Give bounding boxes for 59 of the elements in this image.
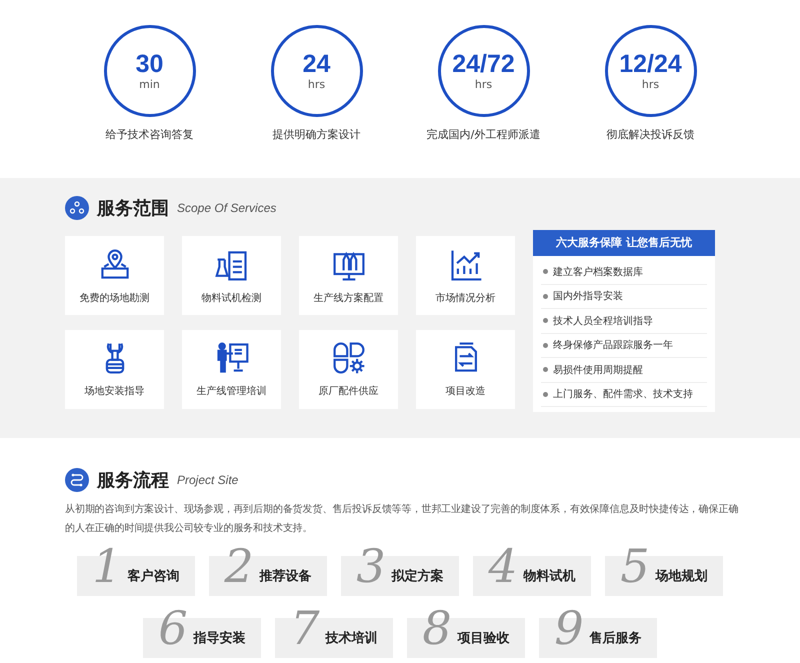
step-label: 售后服务 (590, 630, 642, 647)
guarantee-item: 易损件使用周期提醒 (553, 364, 643, 377)
bullet-icon (543, 318, 548, 324)
section-title: 服务流程 (97, 469, 169, 492)
step-number: 3 (356, 543, 386, 589)
step-number: 4 (488, 543, 518, 589)
stat-value: 12/24 (619, 50, 682, 78)
step-label: 技术培训 (326, 630, 378, 647)
stat-unit: hrs (474, 78, 492, 92)
stat-unit: hrs (642, 78, 660, 92)
step-label: 场地规划 (656, 568, 708, 585)
step-number: 9 (554, 605, 584, 651)
step-label: 物料试机 (524, 568, 576, 585)
network-icon (65, 196, 89, 220)
step-label: 项目验收 (458, 630, 510, 647)
bullet-icon (543, 294, 548, 299)
stat-caption: 提供明确方案设计 (272, 127, 360, 142)
step-label: 推荐设备 (260, 568, 312, 585)
gear-icon (330, 340, 366, 376)
step-label: 指导安装 (194, 630, 246, 647)
stat-caption: 给予技术咨询答复 (106, 127, 194, 142)
bullet-icon (543, 392, 548, 397)
stat-caption: 完成国内/外工程师派遣 (426, 127, 540, 142)
service-card[interactable]: 生产线方案配置 (299, 236, 398, 315)
guarantee-item: 技术人员全程培训指导 (553, 314, 653, 328)
section-subtitle: Scope Of Services (177, 201, 276, 215)
stat-value: 24/72 (452, 50, 515, 78)
guarantee-item: 终身保修产品跟踪服务一年 (553, 338, 673, 352)
step-number: 2 (224, 543, 254, 589)
bullet-icon (543, 367, 548, 372)
guarantee-item: 上门服务、配件需求、技术支持 (553, 388, 693, 402)
description-text: 从初期的咨询到方案设计、现场参观，再到后期的备货发货、售后投诉反馈等等，世邦工业建设了完善的制度体系，有效保障信息及时快捷传达，确保正确的人在正确的时间提供我公司较专业的服务和技术支持。 (65, 502, 739, 536)
step-number: 7 (290, 605, 320, 651)
bullet-icon (543, 342, 548, 348)
stat-unit: min (139, 78, 160, 92)
guarantee-item: 国内外指导安装 (553, 290, 623, 304)
service-card[interactable]: 市场情况分析 (416, 236, 515, 315)
service-card[interactable]: 生产线管理培训 (182, 330, 281, 408)
step-number: 6 (158, 605, 188, 651)
section-title: 服务范围 (97, 197, 169, 220)
stat-value: 30 (136, 50, 164, 78)
bullet-icon (543, 269, 548, 274)
step-number: 1 (92, 543, 122, 589)
stat-unit: hrs (308, 78, 326, 92)
service-card[interactable]: 项目改造 (416, 330, 515, 408)
stat-value: 24 (302, 50, 330, 78)
step-label: 拟定方案 (392, 568, 444, 585)
route-icon (65, 468, 89, 492)
service-card[interactable]: 免费的场地勘测 (65, 236, 164, 315)
service-card[interactable]: 原厂配件供应 (299, 330, 398, 408)
service-card[interactable]: 场地安装指导 (65, 330, 164, 408)
step-label: 客户咨询 (128, 568, 180, 585)
service-card[interactable]: 物料试机检测 (182, 236, 281, 315)
stat-caption: 彻底解决投诉反馈 (606, 127, 694, 142)
step-number: 5 (620, 543, 650, 589)
section-subtitle: Project Site (177, 473, 238, 487)
guarantee-item: 建立客户档案数据库 (553, 266, 643, 279)
guarantee-title: 六大服务保障 让您售后无忧 (533, 230, 715, 256)
step-number: 8 (422, 605, 452, 651)
